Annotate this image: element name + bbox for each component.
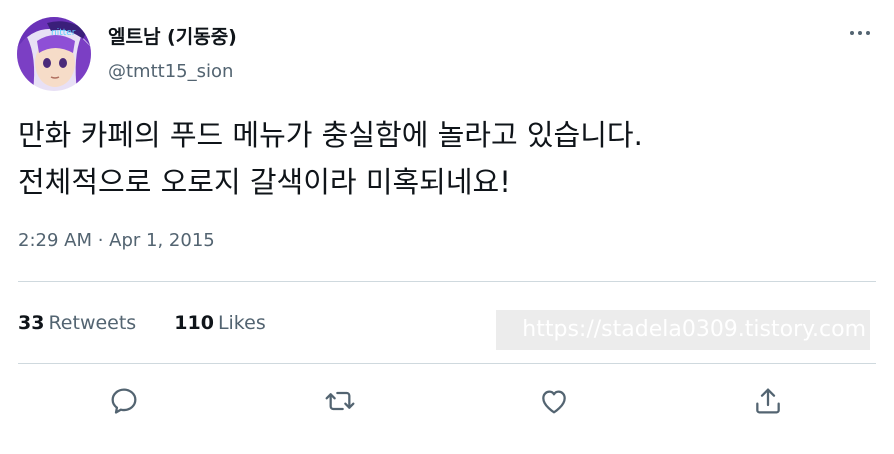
avatar[interactable]: nitter xyxy=(17,17,91,91)
watermark: https://stadela0309.tistory.com xyxy=(496,310,870,350)
retweets-count: 33 xyxy=(18,312,45,334)
share-icon xyxy=(756,388,780,414)
tweet-timestamp[interactable]: 2:29 AM · Apr 1, 2015 xyxy=(18,230,215,251)
reply-button[interactable] xyxy=(101,378,147,424)
author-handle[interactable]: @tmtt15_sion xyxy=(108,61,233,82)
retweet-button[interactable] xyxy=(317,378,363,424)
more-dot xyxy=(866,31,870,35)
more-options-button[interactable] xyxy=(838,18,882,48)
tweet-card: nitter 엘트남 (기동중) @tmtt15_sion 만화 카페의 푸드 … xyxy=(0,0,894,454)
tweet-text-line-1: 만화 카페의 푸드 메뉴가 충실함에 놀라고 있습니다. xyxy=(18,118,643,152)
divider-top xyxy=(18,281,876,282)
avatar-image: nitter xyxy=(17,17,91,91)
tweet-actions-bar xyxy=(0,378,894,424)
likes-label: Likes xyxy=(217,312,266,334)
retweets-stat[interactable]: 33 Retweets xyxy=(18,312,136,334)
share-button[interactable] xyxy=(745,378,791,424)
likes-count: 110 xyxy=(174,312,214,334)
tweet-text-line-2: 전체적으로 오로지 갈색이라 미혹되네요! xyxy=(18,165,511,199)
more-horizontal-icon xyxy=(850,31,854,35)
more-dot xyxy=(858,31,862,35)
tweet-stats: 33 Retweets 110 Likes xyxy=(18,312,298,334)
likes-stat[interactable]: 110 Likes xyxy=(174,312,265,334)
retweet-icon xyxy=(325,391,355,411)
heart-icon xyxy=(542,390,566,414)
like-button[interactable] xyxy=(531,378,577,424)
divider-bottom xyxy=(18,363,876,364)
author-display-name[interactable]: 엘트남 (기동중) xyxy=(108,22,237,49)
retweets-label: Retweets xyxy=(48,312,137,334)
tweet-text: 만화 카페의 푸드 메뉴가 충실함에 놀라고 있습니다. 전체적으로 오로지 갈… xyxy=(18,112,868,206)
reply-icon xyxy=(111,388,137,414)
